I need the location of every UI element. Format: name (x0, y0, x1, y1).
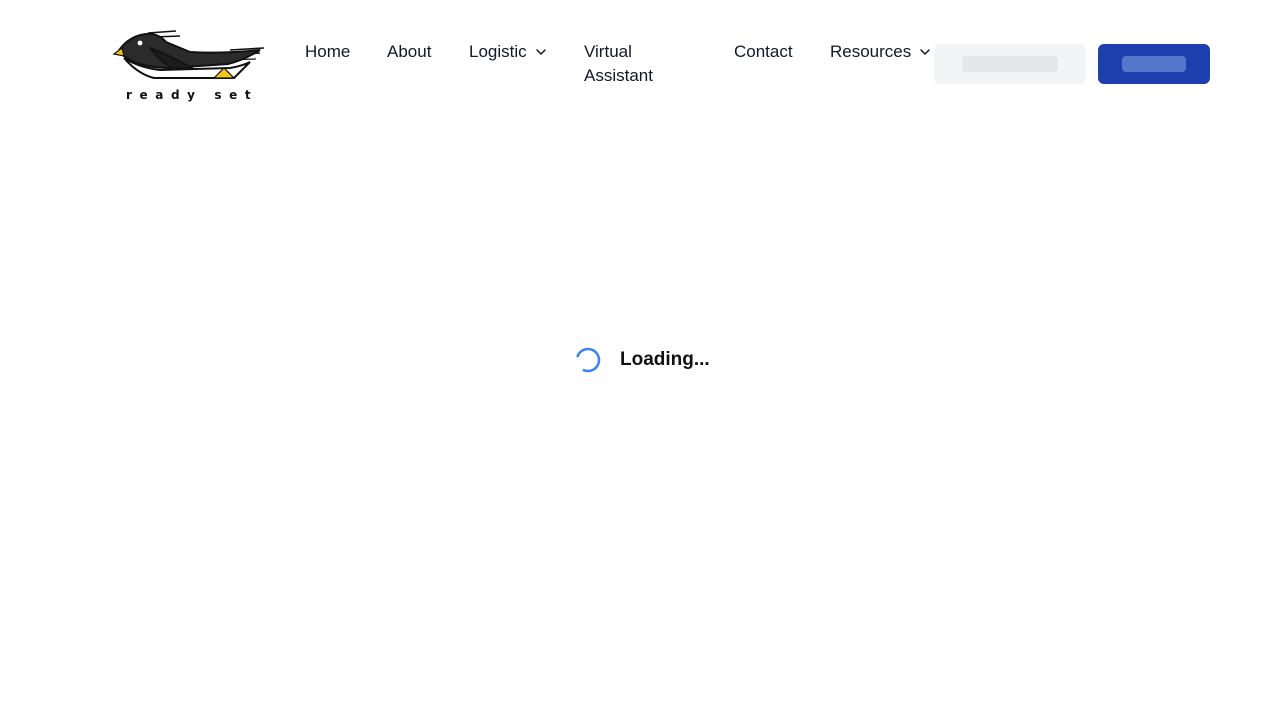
chevron-down-icon (920, 49, 931, 55)
nav-virtual-assistant[interactable]: Virtual Assistant (584, 40, 684, 88)
spinner-icon (575, 347, 601, 373)
nav-home[interactable]: Home (305, 40, 350, 64)
site-header: ready set Home About Logistic Virtual As… (0, 0, 1280, 120)
logo-link[interactable]: ready set (110, 28, 270, 106)
chevron-down-icon (535, 49, 546, 55)
skeleton-placeholder (1122, 56, 1186, 72)
penguin-logo-icon (112, 30, 265, 79)
loading-indicator: Loading... (574, 345, 710, 375)
nav-resources-label: Resources (830, 42, 912, 61)
nav-about-label: About (387, 42, 432, 61)
loading-text: Loading... (620, 349, 710, 370)
skeleton-placeholder (962, 56, 1058, 72)
primary-button-skeleton[interactable] (1098, 44, 1210, 84)
nav-logistic[interactable]: Logistic (469, 40, 547, 64)
nav-virtual-assistant-label: Virtual Assistant (584, 42, 653, 85)
secondary-button-skeleton[interactable] (934, 44, 1086, 84)
nav-resources[interactable]: Resources (830, 40, 931, 64)
nav-about[interactable]: About (387, 40, 431, 64)
logo-wordmark: ready set (126, 88, 259, 102)
nav-logistic-label: Logistic (469, 42, 527, 61)
nav-contact[interactable]: Contact (734, 40, 793, 64)
nav-home-label: Home (305, 42, 351, 61)
nav-contact-label: Contact (734, 42, 793, 61)
